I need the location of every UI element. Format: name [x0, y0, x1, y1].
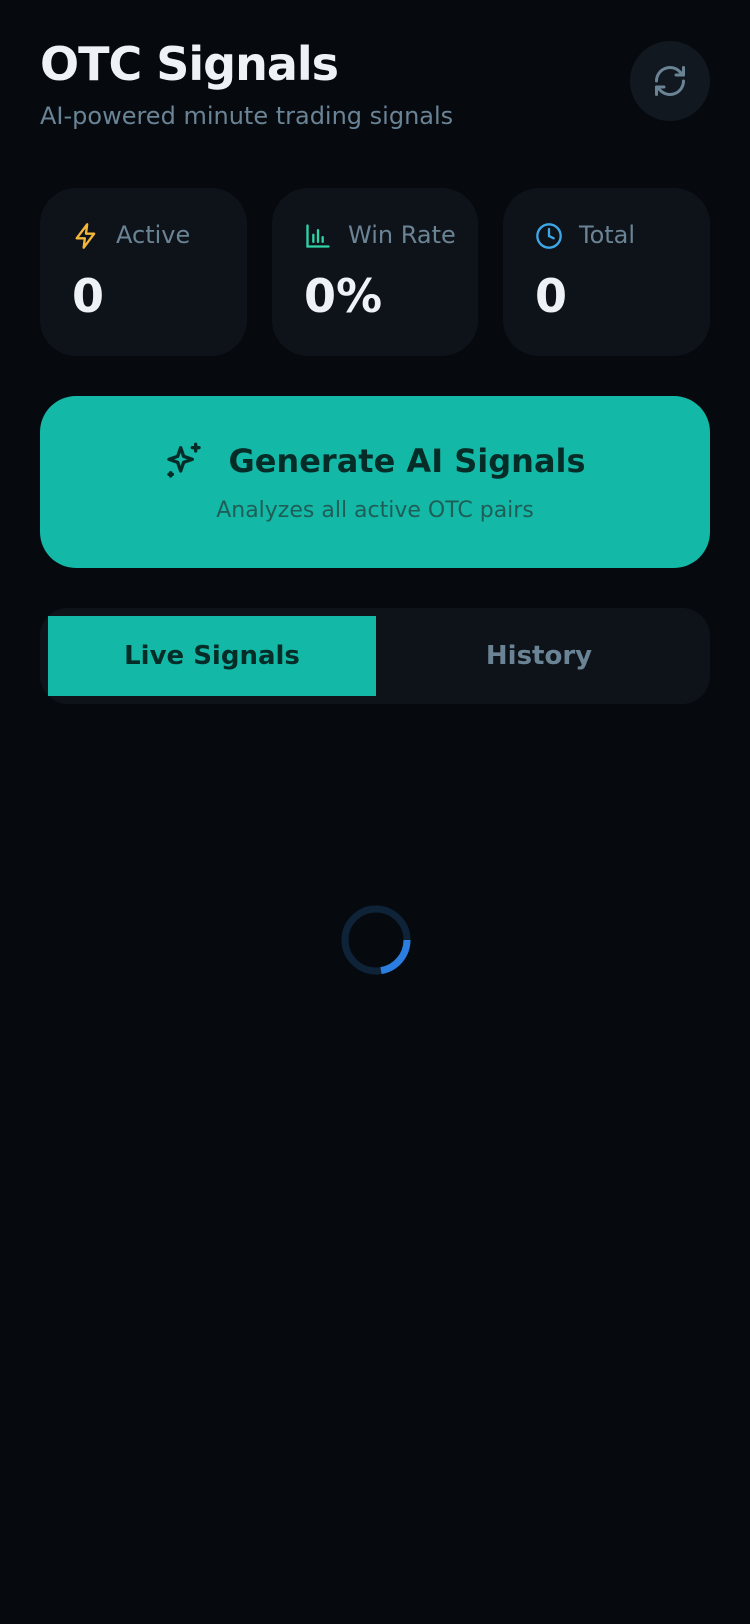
generate-signals-button[interactable]: Generate AI Signals Analyzes all active … — [40, 396, 710, 568]
loading-spinner — [341, 905, 411, 975]
stat-card-win-rate: Win Rate 0% — [272, 188, 478, 356]
stat-value: 0 — [72, 269, 105, 323]
generate-button-label: Generate AI Signals — [228, 442, 586, 480]
page-title: OTC Signals — [40, 37, 339, 91]
generate-button-sublabel: Analyzes all active OTC pairs — [216, 498, 534, 523]
generate-row: Generate AI Signals — [40, 438, 710, 484]
stat-label: Active — [116, 221, 191, 249]
page-subtitle: AI-powered minute trading signals — [40, 102, 454, 130]
stat-card-active: Active 0 — [40, 188, 247, 356]
refresh-icon — [655, 66, 685, 96]
lightning-icon — [75, 223, 96, 249]
tab-history[interactable]: History — [376, 616, 702, 696]
stat-label: Total — [579, 221, 636, 249]
bar-chart-icon — [306, 224, 330, 248]
header: OTC Signals AI-powered minute trading si… — [40, 34, 710, 134]
signal-tabs: Live Signals History — [40, 608, 710, 704]
sparkle-icon — [167, 442, 202, 478]
refresh-button[interactable] — [630, 41, 710, 121]
stat-card-total: Total 0 — [503, 188, 710, 356]
app-screen: OTC Signals AI-powered minute trading si… — [0, 0, 750, 1624]
tab-live-signals[interactable]: Live Signals — [48, 616, 376, 696]
stats-row: Active 0 Win Rate 0% Total 0 — [40, 188, 710, 356]
stat-value: 0 — [535, 269, 568, 323]
clock-icon — [536, 223, 562, 249]
stat-value: 0% — [304, 269, 383, 323]
stat-label: Win Rate — [348, 221, 456, 249]
